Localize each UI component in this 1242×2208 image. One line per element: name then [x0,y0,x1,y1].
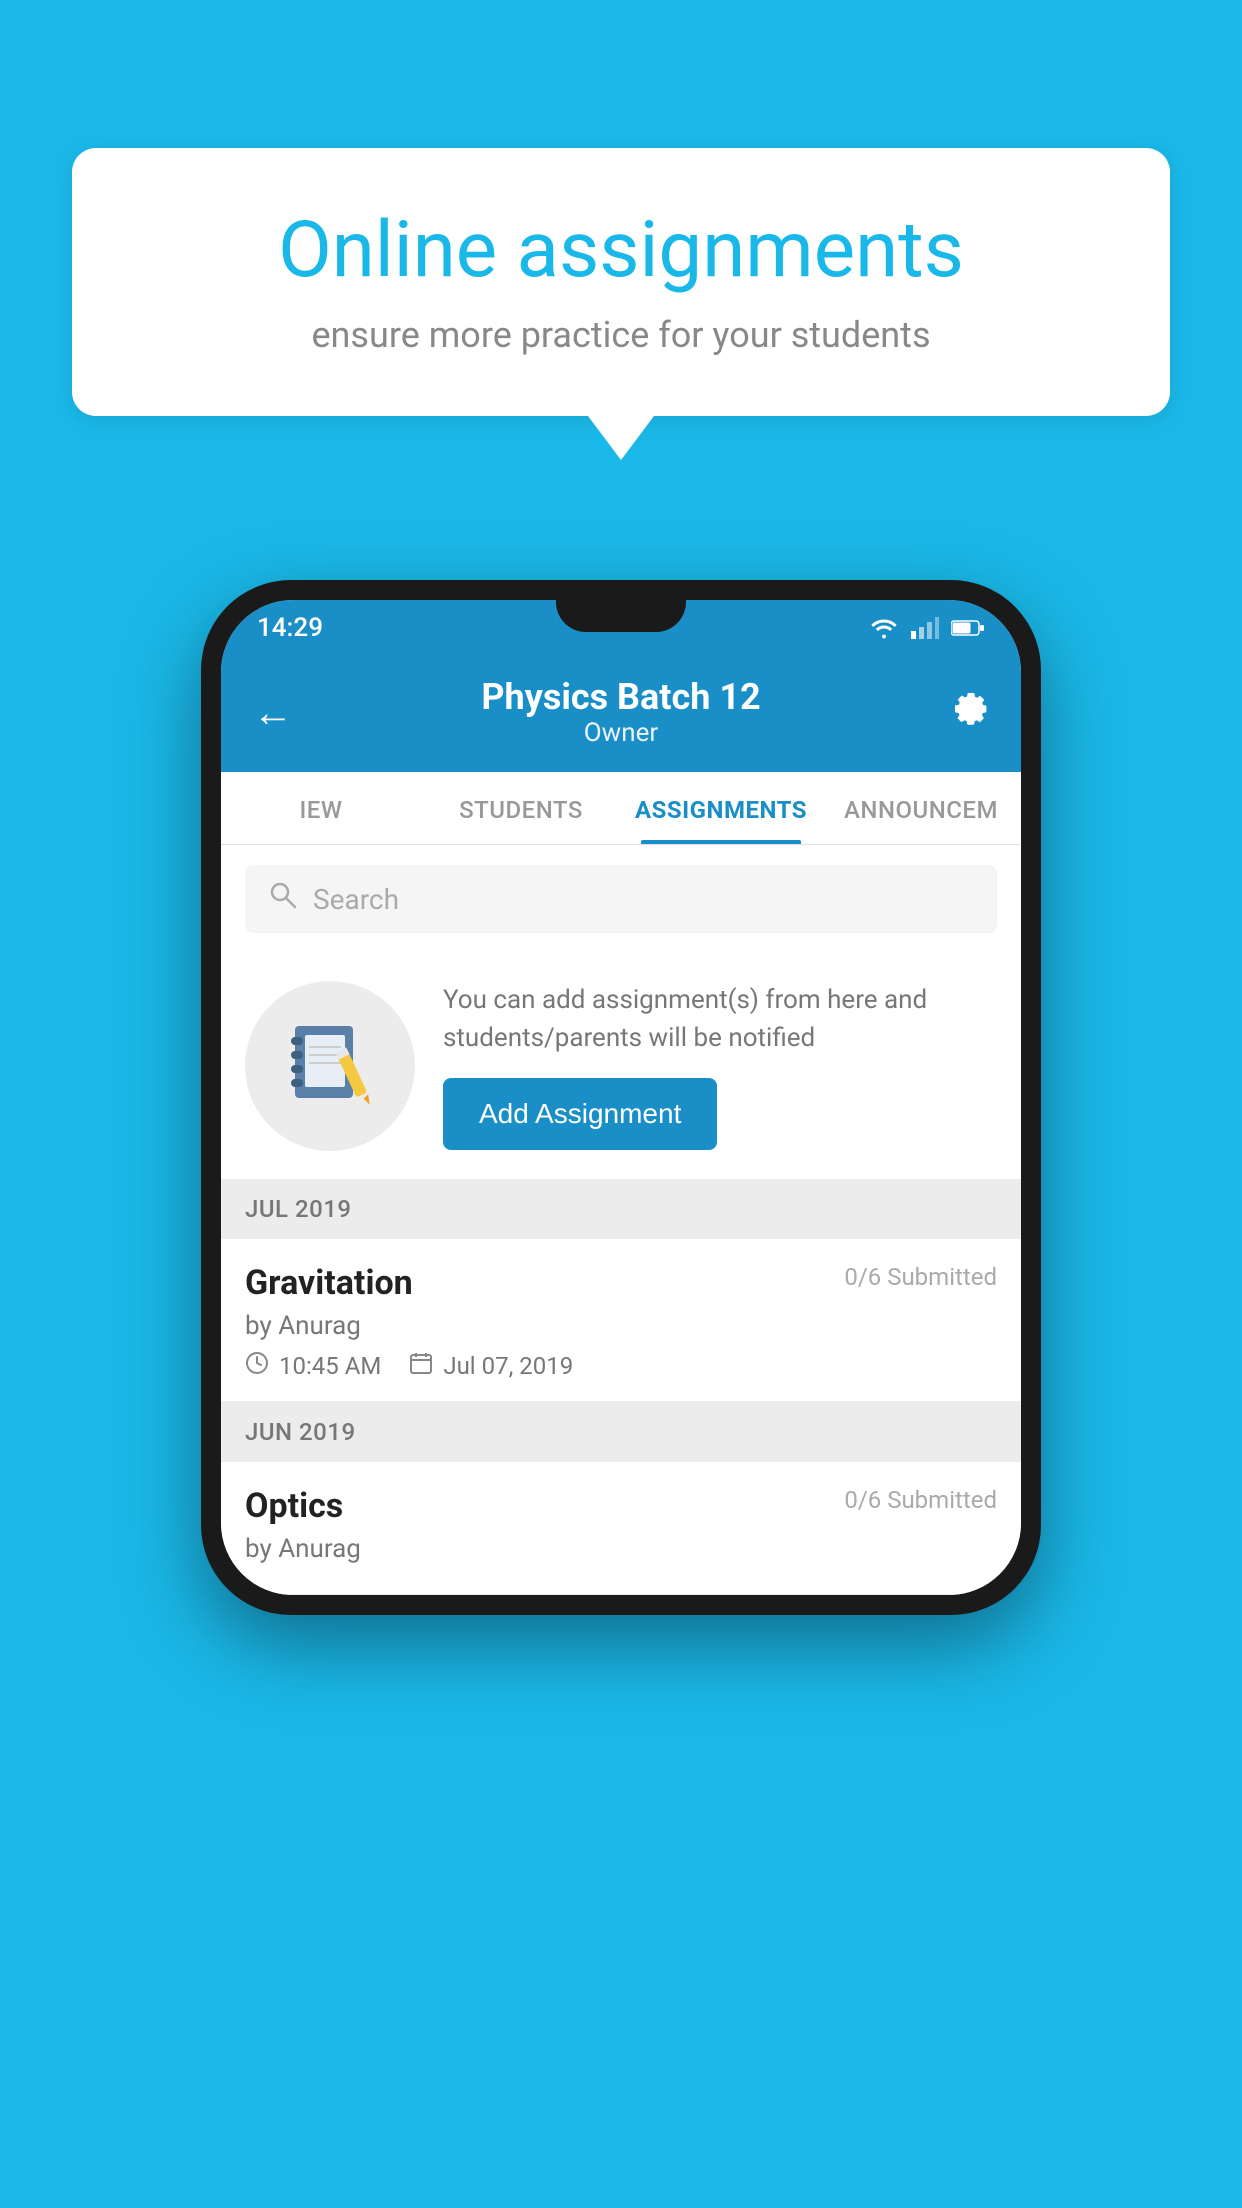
optics-submitted: 0/6 Submitted [844,1486,997,1514]
speech-bubble: Online assignments ensure more practice … [72,148,1170,416]
back-button[interactable]: ← [253,689,313,736]
speech-bubble-container: Online assignments ensure more practice … [72,148,1170,416]
notebook-icon [285,1021,375,1111]
speech-bubble-subtitle: ensure more practice for your students [142,314,1100,356]
phone-wrapper: 14:29 [201,580,1041,1615]
promo-description: You can add assignment(s) from here and … [443,982,997,1057]
search-icon [269,881,297,917]
wifi-icon [869,617,899,639]
assignment-meta: 10:45 AM Jul 07, 2019 [245,1351,997,1381]
promo-section: You can add assignment(s) from here and … [221,953,1021,1179]
search-container: Search [221,845,1021,953]
header-title: Physics Batch 12 [313,676,929,718]
tab-assignments[interactable]: ASSIGNMENTS [621,772,821,844]
tab-announcements[interactable]: ANNOUNCEM [821,772,1021,844]
header-title-container: Physics Batch 12 Owner [313,676,929,748]
optics-by: by Anurag [245,1534,997,1564]
status-icons [869,617,985,639]
phone-screen: 14:29 [221,600,1021,1595]
settings-button[interactable] [929,690,989,735]
assignment-title: Gravitation [245,1263,413,1303]
tab-students[interactable]: STUDENTS [421,772,621,844]
assignment-item-optics[interactable]: Optics 0/6 Submitted by Anurag [221,1462,1021,1595]
promo-icon-circle [245,981,415,1151]
assignment-item-optics-header: Optics 0/6 Submitted [245,1486,997,1526]
signal-icon [911,617,939,639]
assignment-date: Jul 07, 2019 [409,1351,573,1381]
section-header-jun: JUN 2019 [221,1402,1021,1462]
phone-body: 14:29 [201,580,1041,1615]
assignment-item-header: Gravitation 0/6 Submitted [245,1263,997,1303]
assignment-time: 10:45 AM [245,1351,381,1381]
speech-bubble-title: Online assignments [142,208,1100,294]
tab-bar: IEW STUDENTS ASSIGNMENTS ANNOUNCEM [221,772,1021,845]
optics-title: Optics [245,1486,343,1526]
assignment-submitted: 0/6 Submitted [844,1263,997,1291]
battery-icon [951,619,985,637]
header-subtitle: Owner [313,718,929,748]
tab-iew[interactable]: IEW [221,772,421,844]
clock-icon [245,1351,269,1381]
promo-content: You can add assignment(s) from here and … [443,982,997,1149]
assignment-by: by Anurag [245,1311,997,1341]
search-bar[interactable]: Search [245,865,997,933]
app-header: ← Physics Batch 12 Owner [221,656,1021,772]
assignment-item-gravitation[interactable]: Gravitation 0/6 Submitted by Anurag [221,1239,1021,1402]
search-input-placeholder: Search [313,883,399,916]
section-header-jul: JUL 2019 [221,1179,1021,1239]
add-assignment-button[interactable]: Add Assignment [443,1078,717,1150]
calendar-icon [409,1351,433,1381]
phone-notch [556,600,686,632]
status-time: 14:29 [257,613,323,643]
